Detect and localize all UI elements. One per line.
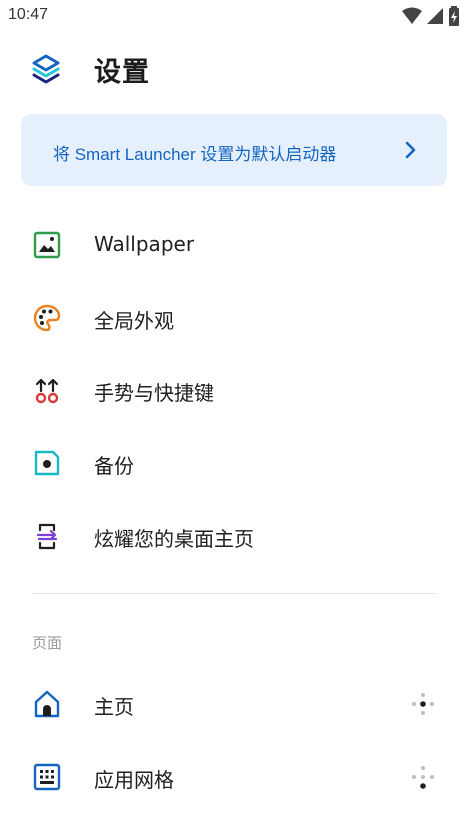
menu-item-label: 手势与快捷键 <box>94 381 214 405</box>
menu-item-label: 全局外观 <box>94 309 174 333</box>
menu-item-gestures[interactable]: 手势与快捷键 <box>0 357 468 421</box>
battery-icon <box>449 6 459 26</box>
banner-text: 将 Smart Launcher 设置为默认启动器 <box>53 145 337 164</box>
menu-item-label: 应用网格 <box>94 768 174 792</box>
cell-signal-icon <box>427 8 443 24</box>
page-item-app-grid[interactable]: 应用网格 <box>0 744 468 808</box>
gestures-icon <box>35 378 59 404</box>
wifi-icon <box>402 7 422 24</box>
status-bar: 10:47 <box>0 0 468 32</box>
page-title: 设置 <box>94 57 150 88</box>
set-default-launcher-banner[interactable]: 将 Smart Launcher 设置为默认启动器 <box>21 114 447 186</box>
menu-item-label: Wallpaper <box>94 232 195 256</box>
menu-item-global-appearance[interactable]: 全局外观 <box>0 285 468 349</box>
menu-item-label: 备份 <box>94 454 134 478</box>
smart-launcher-logo <box>32 54 60 84</box>
menu-item-wallpaper[interactable]: Wallpaper <box>0 212 468 276</box>
status-icons <box>402 6 460 26</box>
page-item-home[interactable]: 主页 <box>0 671 468 735</box>
header: 设置 <box>0 40 468 96</box>
drag-handle-icon[interactable] <box>410 764 436 790</box>
home-icon <box>34 690 60 718</box>
palette-icon <box>33 304 61 332</box>
wallpaper-icon <box>33 231 61 259</box>
divider <box>32 593 436 594</box>
section-title-pages: 页面 <box>32 634 63 652</box>
menu-item-label: 主页 <box>94 695 134 719</box>
menu-item-backup[interactable]: 备份 <box>0 430 468 494</box>
drag-handle-icon[interactable] <box>410 691 436 717</box>
backup-icon <box>34 450 60 476</box>
app-grid-icon <box>33 763 61 791</box>
status-time: 10:47 <box>8 6 49 23</box>
menu-item-share-home[interactable]: 炫耀您的桌面主页 <box>0 503 468 567</box>
share-screen-icon <box>36 523 58 550</box>
chevron-right-icon <box>405 141 416 159</box>
menu-item-label: 炫耀您的桌面主页 <box>94 527 254 551</box>
